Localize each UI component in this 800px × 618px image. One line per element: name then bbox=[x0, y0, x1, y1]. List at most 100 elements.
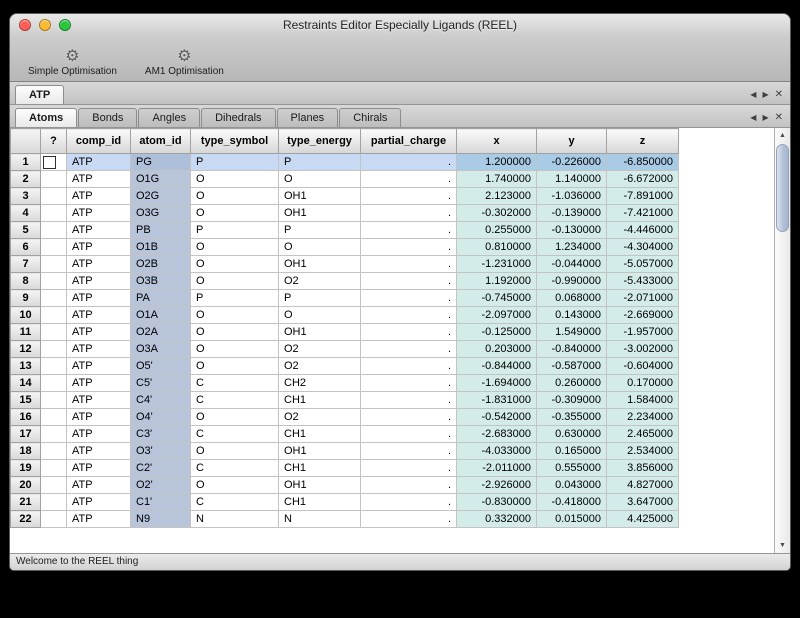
partial_charge-cell[interactable]: . bbox=[361, 426, 457, 443]
row-number[interactable]: 15 bbox=[11, 392, 41, 409]
column-header-comp_id[interactable]: comp_id bbox=[67, 129, 131, 154]
partial_charge-cell[interactable]: . bbox=[361, 324, 457, 341]
z-cell[interactable]: 4.827000 bbox=[607, 477, 679, 494]
flag-cell[interactable] bbox=[41, 273, 67, 290]
tab-chirals[interactable]: Chirals bbox=[339, 108, 401, 127]
type_energy-cell[interactable]: O2 bbox=[279, 341, 361, 358]
flag-cell[interactable] bbox=[41, 494, 67, 511]
type_symbol-cell[interactable]: P bbox=[191, 222, 279, 239]
type_energy-cell[interactable]: O2 bbox=[279, 409, 361, 426]
y-cell[interactable]: 0.260000 bbox=[537, 375, 607, 392]
comp_id-cell[interactable]: ATP bbox=[67, 460, 131, 477]
atom_id-cell[interactable]: O1G bbox=[131, 171, 191, 188]
partial_charge-cell[interactable]: . bbox=[361, 205, 457, 222]
comp_id-cell[interactable]: ATP bbox=[67, 341, 131, 358]
column-header-type_energy[interactable]: type_energy bbox=[279, 129, 361, 154]
x-cell[interactable]: -0.125000 bbox=[457, 324, 537, 341]
row-number[interactable]: 5 bbox=[11, 222, 41, 239]
z-cell[interactable]: 2.534000 bbox=[607, 443, 679, 460]
y-cell[interactable]: -0.226000 bbox=[537, 154, 607, 171]
atom_id-cell[interactable]: C2' bbox=[131, 460, 191, 477]
x-cell[interactable]: -0.830000 bbox=[457, 494, 537, 511]
partial_charge-cell[interactable]: . bbox=[361, 256, 457, 273]
comp_id-cell[interactable]: ATP bbox=[67, 256, 131, 273]
z-cell[interactable]: -4.304000 bbox=[607, 239, 679, 256]
x-cell[interactable]: 1.200000 bbox=[457, 154, 537, 171]
y-cell[interactable]: 0.015000 bbox=[537, 511, 607, 528]
row-number[interactable]: 4 bbox=[11, 205, 41, 222]
atom_id-cell[interactable]: O3A bbox=[131, 341, 191, 358]
z-cell[interactable]: -3.002000 bbox=[607, 341, 679, 358]
type_symbol-cell[interactable]: O bbox=[191, 324, 279, 341]
row-number[interactable]: 11 bbox=[11, 324, 41, 341]
type_symbol-cell[interactable]: O bbox=[191, 307, 279, 324]
z-cell[interactable]: -4.446000 bbox=[607, 222, 679, 239]
y-cell[interactable]: 1.140000 bbox=[537, 171, 607, 188]
z-cell[interactable]: 2.465000 bbox=[607, 426, 679, 443]
type_energy-cell[interactable]: O2 bbox=[279, 273, 361, 290]
comp_id-cell[interactable]: ATP bbox=[67, 392, 131, 409]
x-cell[interactable]: -1.694000 bbox=[457, 375, 537, 392]
column-header-x[interactable]: x bbox=[457, 129, 537, 154]
type_symbol-cell[interactable]: O bbox=[191, 205, 279, 222]
y-cell[interactable]: -0.587000 bbox=[537, 358, 607, 375]
flag-cell[interactable] bbox=[41, 222, 67, 239]
x-cell[interactable]: -1.831000 bbox=[457, 392, 537, 409]
x-cell[interactable]: 0.203000 bbox=[457, 341, 537, 358]
scroll-up-button[interactable]: ▲ bbox=[775, 128, 790, 143]
row-number[interactable]: 16 bbox=[11, 409, 41, 426]
comp_id-cell[interactable]: ATP bbox=[67, 477, 131, 494]
type_energy-cell[interactable]: P bbox=[279, 290, 361, 307]
type_energy-cell[interactable]: O bbox=[279, 307, 361, 324]
atom_id-cell[interactable]: C5' bbox=[131, 375, 191, 392]
type_symbol-cell[interactable]: C bbox=[191, 392, 279, 409]
flag-cell[interactable] bbox=[41, 409, 67, 426]
z-cell[interactable]: -2.071000 bbox=[607, 290, 679, 307]
comp_id-cell[interactable]: ATP bbox=[67, 443, 131, 460]
comp_id-cell[interactable]: ATP bbox=[67, 222, 131, 239]
comp_id-cell[interactable]: ATP bbox=[67, 324, 131, 341]
y-cell[interactable]: -0.840000 bbox=[537, 341, 607, 358]
row-number[interactable]: 2 bbox=[11, 171, 41, 188]
z-cell[interactable]: -1.957000 bbox=[607, 324, 679, 341]
active-cell-editor[interactable] bbox=[43, 156, 56, 169]
type_symbol-cell[interactable]: O bbox=[191, 188, 279, 205]
x-cell[interactable]: -2.011000 bbox=[457, 460, 537, 477]
row-number[interactable]: 9 bbox=[11, 290, 41, 307]
column-header-atom_id[interactable]: atom_id bbox=[131, 129, 191, 154]
type_energy-cell[interactable]: OH1 bbox=[279, 205, 361, 222]
atom_id-cell[interactable]: C1' bbox=[131, 494, 191, 511]
partial_charge-cell[interactable]: . bbox=[361, 409, 457, 426]
y-cell[interactable]: -0.990000 bbox=[537, 273, 607, 290]
type_energy-cell[interactable]: CH1 bbox=[279, 494, 361, 511]
close-window-button[interactable] bbox=[19, 19, 31, 31]
y-cell[interactable]: 0.068000 bbox=[537, 290, 607, 307]
flag-cell[interactable] bbox=[41, 477, 67, 494]
partial_charge-cell[interactable]: . bbox=[361, 375, 457, 392]
tab-angles[interactable]: Angles bbox=[138, 108, 200, 127]
y-cell[interactable]: -1.036000 bbox=[537, 188, 607, 205]
type_symbol-cell[interactable]: N bbox=[191, 511, 279, 528]
partial_charge-cell[interactable]: . bbox=[361, 341, 457, 358]
x-cell[interactable]: -0.844000 bbox=[457, 358, 537, 375]
column-header-y[interactable]: y bbox=[537, 129, 607, 154]
partial_charge-cell[interactable]: . bbox=[361, 171, 457, 188]
tab-atp[interactable]: ATP bbox=[15, 85, 64, 104]
type_energy-cell[interactable]: O bbox=[279, 171, 361, 188]
type_energy-cell[interactable]: O2 bbox=[279, 358, 361, 375]
simple-optimisation-button[interactable]: ⚙ Simple Optimisation bbox=[22, 47, 123, 78]
flag-cell[interactable] bbox=[41, 239, 67, 256]
type_symbol-cell[interactable]: O bbox=[191, 341, 279, 358]
zoom-window-button[interactable] bbox=[59, 19, 71, 31]
row-number[interactable]: 8 bbox=[11, 273, 41, 290]
tab-scroll-right-icon[interactable]: ▶ bbox=[762, 90, 768, 100]
partial_charge-cell[interactable]: . bbox=[361, 443, 457, 460]
y-cell[interactable]: 1.549000 bbox=[537, 324, 607, 341]
tab-scroll-left-icon[interactable]: ◀ bbox=[750, 113, 756, 123]
x-cell[interactable]: 1.192000 bbox=[457, 273, 537, 290]
row-number[interactable]: 22 bbox=[11, 511, 41, 528]
z-cell[interactable]: 0.170000 bbox=[607, 375, 679, 392]
comp_id-cell[interactable]: ATP bbox=[67, 290, 131, 307]
z-cell[interactable]: 4.425000 bbox=[607, 511, 679, 528]
z-cell[interactable]: 2.234000 bbox=[607, 409, 679, 426]
